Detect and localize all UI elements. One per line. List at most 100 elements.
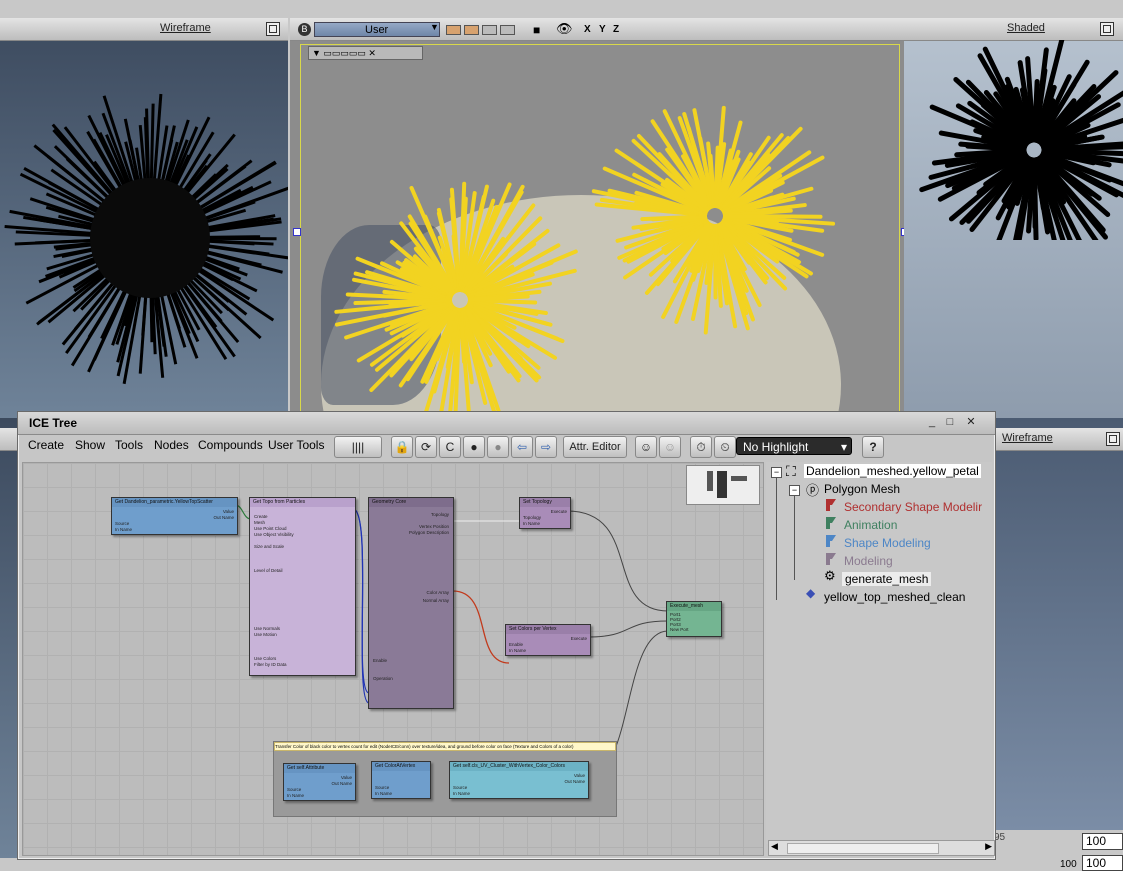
preset-icon[interactable]: ☺ xyxy=(635,436,657,458)
port-filter-id[interactable]: Filter by ID Data xyxy=(254,662,287,667)
port-polygon-description[interactable]: Polygon Description xyxy=(409,530,449,535)
close-button[interactable]: ✕ xyxy=(964,416,978,429)
scroll-thumb[interactable] xyxy=(787,843,939,854)
node-get-self-attribute[interactable]: Get self.Attribute Value Out Name Source… xyxy=(283,763,356,801)
comment-note[interactable]: Transfer Color of black color to vertex … xyxy=(274,742,616,751)
viewport-top-center[interactable]: B User ▼ ■ 👁 X Y Z ▼ ▭▭▭▭▭ ✕ xyxy=(290,18,904,418)
viewport-label[interactable]: Shaded xyxy=(1007,22,1045,34)
sphere-icon[interactable]: ● xyxy=(463,436,485,458)
node-get-data[interactable]: Get Dandelion_parametric.YellowTopScatte… xyxy=(111,497,238,535)
port-in-name[interactable]: In Name xyxy=(287,793,304,798)
port-enable[interactable]: Enable xyxy=(509,642,523,647)
collapse-icon[interactable]: − xyxy=(789,485,800,496)
port-source[interactable]: Source xyxy=(453,785,467,790)
menu-create[interactable]: Create xyxy=(28,438,64,452)
node-execute-mesh[interactable]: Execute_mesh Port1 Port2 Port3 New Port xyxy=(666,601,722,637)
menu-nodes[interactable]: Nodes xyxy=(154,438,189,452)
ice-graph-canvas[interactable]: Get Dandelion_parametric.YellowTopScatte… xyxy=(22,462,764,856)
port-in-name[interactable]: In Name xyxy=(375,791,392,796)
tree-item-modeling[interactable]: Modeling xyxy=(844,554,893,568)
port-in-name[interactable]: In Name xyxy=(453,791,470,796)
port-in-name[interactable]: In Name xyxy=(509,648,526,653)
port-new[interactable]: New Port xyxy=(670,627,689,632)
ice-tree-titlebar[interactable]: ICE Tree _ □ ✕ xyxy=(18,412,995,435)
minimize-button[interactable]: _ xyxy=(925,416,939,429)
tree-item-root[interactable]: Dandelion_meshed.yellow_petal xyxy=(804,464,981,478)
maximize-icon[interactable] xyxy=(1106,432,1120,446)
menu-user-tools[interactable]: User Tools xyxy=(268,438,324,452)
node-set-topology[interactable]: Set Topology Execute Topology In Name xyxy=(519,497,571,529)
viewport-bottom-left[interactable] xyxy=(0,418,17,858)
arrow-left-icon[interactable]: ⇦ xyxy=(511,436,533,458)
tree-item-shape-modeling[interactable]: Shape Modeling xyxy=(844,536,931,550)
port-execute[interactable]: Execute xyxy=(551,509,567,514)
bomb-icon[interactable]: ● xyxy=(487,436,509,458)
port-create[interactable]: Create xyxy=(254,514,268,519)
preset-disabled-icon[interactable]: ☺ xyxy=(659,436,681,458)
port-source[interactable]: Source xyxy=(115,521,129,526)
help-button[interactable]: ? xyxy=(862,436,884,458)
port-out-name[interactable]: Out Name xyxy=(331,781,352,786)
port-enable[interactable]: Enable xyxy=(373,658,387,663)
port-size-scale[interactable]: Size and Scale xyxy=(254,544,284,549)
viewport-label[interactable]: Wireframe xyxy=(160,22,211,34)
port-level-of-detail[interactable]: Level of Detail xyxy=(254,568,283,573)
tree-item-polygon-mesh[interactable]: Polygon Mesh xyxy=(824,482,900,496)
lock-icon[interactable]: 🔒 xyxy=(391,436,413,458)
port-source[interactable]: Source xyxy=(375,785,389,790)
port-use-motion[interactable]: Use Motion xyxy=(254,632,277,637)
timeline-end-field[interactable]: 100 xyxy=(1082,833,1123,850)
refresh-icon[interactable]: ⟳ xyxy=(415,436,437,458)
highlight-select[interactable]: No Highlight ▾ xyxy=(736,437,852,455)
port-use-point-cloud[interactable]: Use Point Cloud xyxy=(254,526,287,531)
scroll-right-icon[interactable]: ▶ xyxy=(985,841,992,852)
tree-item-animation[interactable]: Animation xyxy=(844,518,897,532)
port-vertex-position[interactable]: Vertex Position xyxy=(419,524,449,529)
tree-horizontal-scrollbar[interactable]: ◀ ▶ xyxy=(768,840,995,856)
port-out-name[interactable]: Out Name xyxy=(564,779,585,784)
port-in-name[interactable]: In Name xyxy=(523,521,540,526)
node-get-color-at-vertex[interactable]: Get ColorAtVertex Source In Name xyxy=(371,761,431,799)
port-use-colors[interactable]: Use Colors xyxy=(254,656,276,661)
ice-tree-window[interactable]: ICE Tree _ □ ✕ Create Show Tools Nodes C… xyxy=(17,411,996,860)
node-get-self-uv-cluster[interactable]: Get self.cls_UV_Cluster_WithVertex_Color… xyxy=(449,761,589,799)
arrow-right-icon[interactable]: ⇨ xyxy=(535,436,557,458)
maximize-button[interactable]: □ xyxy=(943,416,957,429)
node-get-topo[interactable]: Get Topo from Particles Create Mesh Use … xyxy=(249,497,356,676)
timeline-frame-field[interactable]: 100 xyxy=(1082,855,1123,871)
node-set-colors[interactable]: Set Colors per Vertex Execute Enable In … xyxy=(505,624,591,656)
port-out-name[interactable]: Out Name xyxy=(213,515,234,520)
timeline-start-field[interactable]: 100 xyxy=(1060,859,1077,870)
port-execute[interactable]: Execute xyxy=(571,636,587,641)
port-value[interactable]: Value xyxy=(223,509,234,514)
viewport-top-left[interactable]: Wireframe xyxy=(0,18,288,418)
attr-editor-button[interactable]: Attr. Editor xyxy=(563,436,627,458)
ice-explorer-tree[interactable]: − ⛶ Dandelion_meshed.yellow_petal − ⓟ Po… xyxy=(766,462,992,844)
timer-reset-icon[interactable]: ⏲ xyxy=(714,436,736,458)
port-source[interactable]: Source xyxy=(287,787,301,792)
menu-compounds[interactable]: Compounds xyxy=(198,438,263,452)
selection-handle[interactable] xyxy=(293,228,301,236)
menu-show[interactable]: Show xyxy=(75,438,105,452)
maximize-icon[interactable] xyxy=(266,22,280,36)
tree-item-yellow-top[interactable]: yellow_top_meshed_clean xyxy=(824,590,965,604)
port-value[interactable]: Value xyxy=(341,775,352,780)
port-use-normals[interactable]: Use Normals xyxy=(254,626,280,631)
maximize-icon[interactable] xyxy=(1100,22,1114,36)
port-mesh[interactable]: Mesh xyxy=(254,520,265,525)
port-value[interactable]: Value xyxy=(574,773,585,778)
collapse-icon[interactable]: − xyxy=(771,467,782,478)
port-use-object-visibility[interactable]: Use Object Visibility xyxy=(254,532,294,537)
viewport-label[interactable]: Wireframe xyxy=(1002,432,1053,444)
port-color-array[interactable]: Color Array xyxy=(426,590,449,595)
clear-icon[interactable]: C xyxy=(439,436,461,458)
timer-icon[interactable]: ⏱ xyxy=(690,436,712,458)
tree-item-generate-mesh[interactable]: generate_mesh xyxy=(842,572,932,586)
viewport-bottom-right[interactable]: Wireframe xyxy=(994,418,1123,830)
port-in-name[interactable]: In Name xyxy=(115,527,132,532)
scroll-left-icon[interactable]: ◀ xyxy=(771,841,778,852)
memo-slots-icon[interactable]: |||| xyxy=(334,436,382,458)
port-operation[interactable]: Operation xyxy=(373,676,393,681)
port-topology[interactable]: Topology xyxy=(431,512,449,517)
node-geometry-core[interactable]: Geometry Core Topology Vertex Position P… xyxy=(368,497,454,709)
